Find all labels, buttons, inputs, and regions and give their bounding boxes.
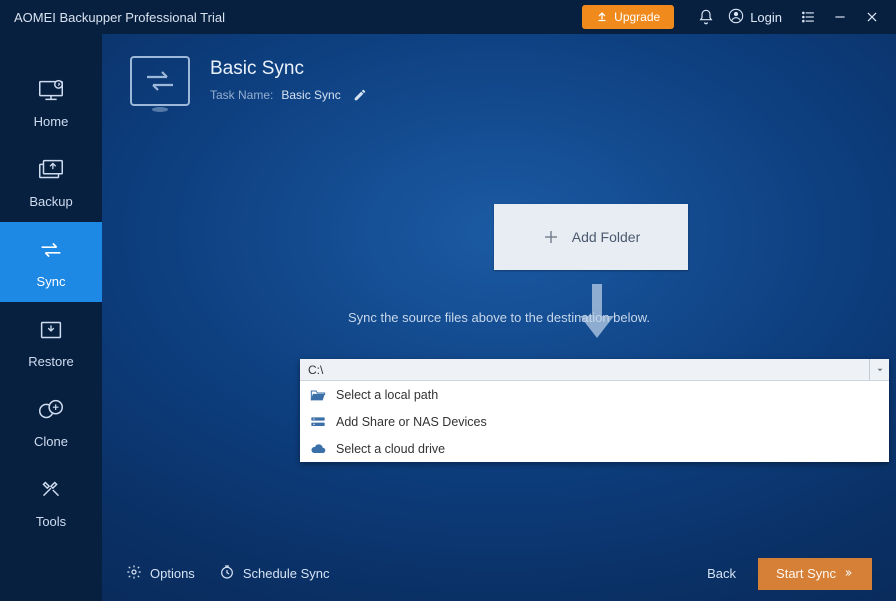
edit-task-name-button[interactable] [353,88,367,102]
titlebar: AOMEI Backupper Professional Trial Upgra… [0,0,896,34]
nav-backup[interactable]: Backup [0,142,102,222]
minimize-button[interactable] [826,3,854,31]
clone-icon [33,396,69,424]
user-icon [728,8,744,27]
nav-label: Backup [29,194,72,209]
chevron-down-icon[interactable] [869,359,889,381]
destination-box: C:\ Select a local path Add Share or NAS… [300,359,889,462]
option-label: Select a cloud drive [336,442,445,456]
destination-option-local[interactable]: Select a local path [300,381,889,408]
task-name-label: Task Name: [210,88,273,102]
option-label: Add Share or NAS Devices [336,415,487,429]
sync-large-icon [130,56,190,106]
destination-option-cloud[interactable]: Select a cloud drive [300,435,889,462]
options-label: Options [150,566,195,581]
nas-icon [310,415,326,429]
nav-restore[interactable]: Restore [0,302,102,382]
sync-icon [33,236,69,264]
nav-tools[interactable]: Tools [0,462,102,542]
restore-icon [33,316,69,344]
app-title: AOMEI Backupper Professional Trial [14,10,225,25]
gear-icon [126,564,142,583]
schedule-button[interactable]: Schedule Sync [219,564,330,583]
option-label: Select a local path [336,388,438,402]
destination-selected: C:\ [308,363,323,377]
back-button[interactable]: Back [707,566,736,581]
destination-dropdown[interactable]: C:\ [300,359,889,381]
folder-open-icon [310,388,326,402]
add-folder-label: Add Folder [572,229,640,245]
nav-home[interactable]: Home [0,62,102,142]
main-panel: Basic Sync Task Name: Basic Sync Add Fol… [102,34,896,601]
close-button[interactable] [858,3,886,31]
login-button[interactable]: Login [728,8,782,27]
nav-label: Tools [36,514,66,529]
cloud-icon [310,442,326,456]
nav-label: Sync [37,274,66,289]
home-icon [33,76,69,104]
nav-clone[interactable]: Clone [0,382,102,462]
add-folder-button[interactable]: Add Folder [494,204,688,270]
login-label: Login [750,10,782,25]
options-button[interactable]: Options [126,564,195,583]
page-title: Basic Sync [210,58,367,80]
upgrade-button[interactable]: Upgrade [582,5,674,29]
nav-label: Home [34,114,69,129]
clock-icon [219,564,235,583]
bell-icon[interactable] [692,3,720,31]
nav-label: Clone [34,434,68,449]
schedule-label: Schedule Sync [243,566,330,581]
plus-icon [542,228,560,246]
upgrade-label: Upgrade [614,10,660,24]
hint-text: Sync the source files above to the desti… [102,310,896,325]
destination-option-nas[interactable]: Add Share or NAS Devices [300,408,889,435]
task-name-value: Basic Sync [281,88,340,102]
upload-icon [596,10,608,25]
start-label: Start Sync [776,566,836,581]
footer: Options Schedule Sync Back Start Sync [102,546,896,601]
page-header: Basic Sync Task Name: Basic Sync [130,56,367,106]
nav-sync[interactable]: Sync [0,222,102,302]
chevrons-right-icon [842,566,854,581]
sidebar: Home Backup Sync Restore Clone [0,34,102,601]
start-sync-button[interactable]: Start Sync [758,558,872,590]
menu-icon[interactable] [794,3,822,31]
backup-icon [33,156,69,184]
tools-icon [33,476,69,504]
nav-label: Restore [28,354,74,369]
